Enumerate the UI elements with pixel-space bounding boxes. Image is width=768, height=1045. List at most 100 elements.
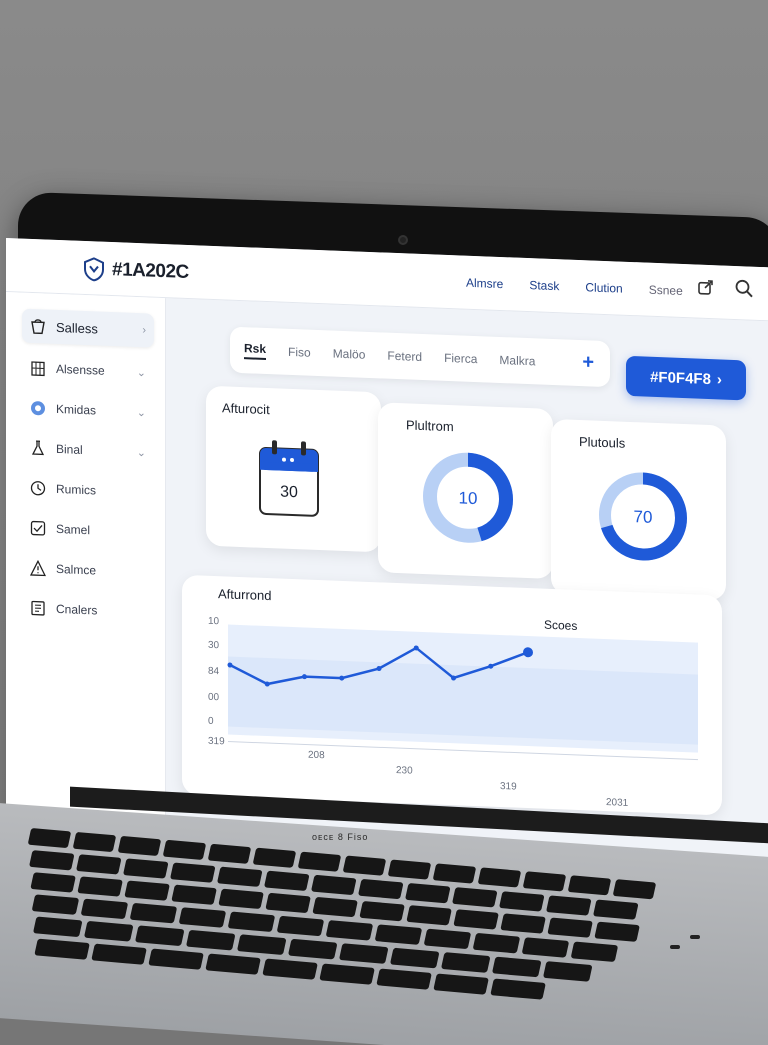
keyboard-key bbox=[117, 835, 162, 857]
keyboard-key bbox=[265, 892, 311, 914]
calendar-icon: 30 bbox=[259, 440, 319, 517]
sidebar-item-salmce[interactable]: Salmce bbox=[22, 551, 154, 590]
sidebar-item-cnalers[interactable]: Cnalers bbox=[22, 591, 154, 630]
nav-item[interactable]: Almsre bbox=[466, 276, 503, 291]
tab-fiso[interactable]: Fiso bbox=[288, 345, 311, 360]
sidebar-item-label: Salmce bbox=[56, 561, 97, 578]
keyboard-key bbox=[547, 917, 593, 938]
sidebar-item-samel[interactable]: Samel bbox=[22, 511, 154, 550]
donut-card-2[interactable]: Plutouls 70 bbox=[551, 418, 726, 601]
share-icon[interactable] bbox=[696, 277, 716, 298]
keyboard-key bbox=[440, 952, 491, 973]
keyboard-key bbox=[297, 851, 342, 872]
brand-name: #1A202C bbox=[112, 259, 189, 284]
donut-value: 70 bbox=[634, 507, 653, 527]
keyboard-key bbox=[342, 855, 387, 876]
keyboard-key bbox=[451, 887, 498, 908]
keyboard-key bbox=[207, 843, 252, 864]
keyboard-key bbox=[263, 870, 310, 892]
keyboard-key bbox=[262, 958, 318, 980]
keyboard-key bbox=[387, 859, 432, 880]
keyboard-key bbox=[122, 858, 169, 879]
card-title: Afturocit bbox=[222, 400, 270, 418]
keyboard-key bbox=[252, 847, 297, 868]
shield-logo-icon bbox=[84, 257, 104, 282]
usb-port bbox=[690, 935, 700, 939]
keyboard-key bbox=[490, 978, 546, 1000]
keyboard-key bbox=[83, 920, 134, 942]
flask-icon bbox=[31, 440, 45, 456]
y-tick-label: 00 bbox=[208, 692, 220, 703]
keyboard-key bbox=[178, 907, 227, 928]
sidebar-item-binal[interactable]: Binal ⌄ bbox=[22, 431, 154, 470]
nav-item[interactable]: Ssnee bbox=[649, 283, 683, 298]
keyboard-key bbox=[77, 876, 123, 897]
keyboard-key bbox=[31, 894, 80, 915]
keyboard-key bbox=[148, 948, 204, 970]
keyboard-key bbox=[227, 911, 276, 933]
calendar-value: 30 bbox=[280, 484, 298, 502]
nav-item[interactable]: Stask bbox=[529, 278, 559, 293]
line-chart: 103084000319 2082303192031 Scoes bbox=[208, 616, 698, 809]
donut-card-1[interactable]: Plultrom 10 bbox=[378, 402, 553, 580]
sidebar-item-rumics[interactable]: Rumics bbox=[22, 471, 154, 510]
sidebar-item-kmidas[interactable]: Kmidas ⌄ bbox=[22, 391, 154, 430]
sidebar-item-label: Samel bbox=[56, 521, 91, 538]
card-title: Plutouls bbox=[579, 434, 626, 451]
donut-value: 10 bbox=[459, 488, 478, 508]
keyboard-key bbox=[72, 831, 117, 853]
legend-label: Scoes bbox=[544, 618, 577, 633]
keyboard-key bbox=[570, 941, 619, 963]
keyboard-key bbox=[185, 929, 236, 951]
sidebar-item-label: Cnalers bbox=[56, 601, 98, 618]
keyboard-key bbox=[276, 915, 325, 937]
top-icons bbox=[696, 277, 754, 299]
chevron-down-icon: ⌄ bbox=[136, 446, 146, 459]
tab-rsk[interactable]: Rsk bbox=[244, 341, 267, 360]
sidebar-item-salless[interactable]: Salless › bbox=[22, 308, 154, 348]
keyboard-key bbox=[567, 875, 612, 896]
keyboard-key bbox=[453, 909, 499, 930]
clock-icon bbox=[30, 481, 46, 496]
brand[interactable]: #1A202C bbox=[84, 257, 189, 285]
document-icon bbox=[31, 600, 45, 616]
sidebar-item-label: Rumics bbox=[56, 481, 97, 498]
keyboard-key bbox=[542, 961, 593, 982]
keyboard-key bbox=[218, 888, 264, 910]
bucket-icon bbox=[31, 319, 45, 335]
keyboard-key bbox=[124, 880, 170, 901]
x-tick-label: 319 bbox=[500, 781, 517, 793]
keyboard-key bbox=[91, 943, 147, 965]
y-tick-label: 84 bbox=[208, 666, 220, 677]
primary-action-button[interactable]: #F0F4F8 › bbox=[626, 355, 746, 401]
keyboard-key bbox=[521, 937, 570, 958]
tab-fierca[interactable]: Fierca bbox=[444, 351, 477, 366]
line-chart-card: Afturrond 10 30 84 00 0 319 208 230 319 2031 Sco… bbox=[182, 574, 722, 816]
keyboard-key bbox=[28, 850, 75, 871]
calendar-card[interactable]: Afturocit 30 bbox=[206, 385, 381, 553]
keyboard-key bbox=[80, 898, 129, 920]
sidebar-item-label: Kmidas bbox=[56, 401, 97, 418]
keyboard-key bbox=[129, 902, 178, 924]
add-tab-button[interactable]: + bbox=[582, 351, 594, 374]
sidebar-item-alsensse[interactable]: Alsensse ⌄ bbox=[22, 351, 154, 390]
y-tick-label: 10 bbox=[208, 616, 220, 627]
keyboard-key bbox=[522, 871, 567, 892]
keyboard-key bbox=[30, 872, 76, 893]
search-icon[interactable] bbox=[734, 278, 754, 299]
tab-feterd[interactable]: Feterd bbox=[387, 349, 422, 364]
nav-item[interactable]: Clution bbox=[585, 280, 622, 295]
keyboard-key bbox=[612, 879, 657, 900]
tab-maloo[interactable]: Malöo bbox=[333, 347, 366, 362]
webcam bbox=[398, 235, 408, 245]
tab-malkra[interactable]: Malkra bbox=[499, 353, 535, 368]
keyboard-key bbox=[359, 901, 405, 922]
keyboard-key bbox=[432, 863, 477, 884]
keyboard-key bbox=[325, 920, 374, 941]
keyboard-key bbox=[406, 905, 452, 926]
card-title: Plultrom bbox=[406, 417, 454, 435]
keyboard-key bbox=[134, 925, 185, 947]
chevron-down-icon: ⌄ bbox=[136, 366, 146, 379]
chevron-right-icon: › bbox=[716, 370, 722, 389]
y-tick-label: 30 bbox=[208, 640, 220, 651]
